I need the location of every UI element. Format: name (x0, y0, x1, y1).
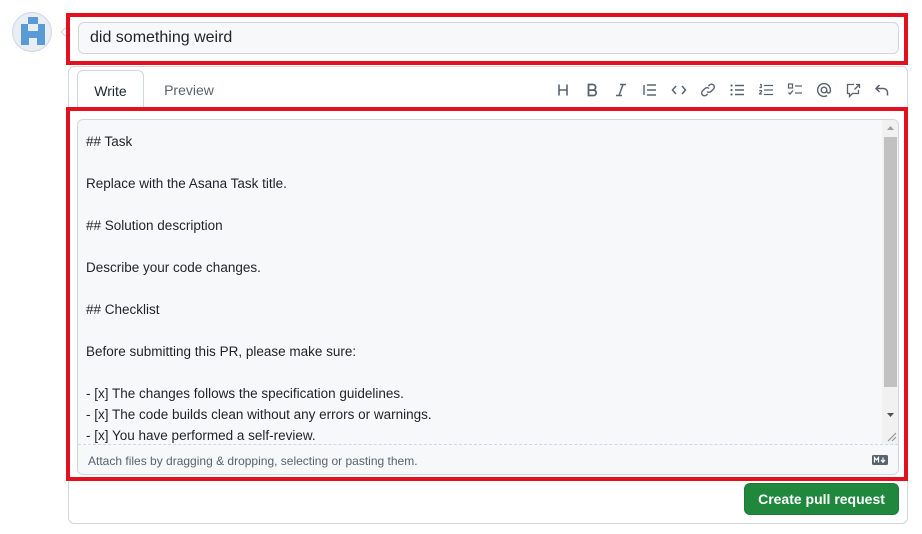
unordered-list-icon[interactable] (722, 79, 751, 101)
italic-icon[interactable] (606, 79, 635, 101)
link-icon[interactable] (693, 79, 722, 101)
bold-icon[interactable] (577, 79, 606, 101)
code-icon[interactable] (664, 79, 693, 101)
mention-icon[interactable] (809, 79, 838, 101)
ordered-list-icon[interactable] (751, 79, 780, 101)
task-list-icon[interactable] (780, 79, 809, 101)
markdown-toolbar (548, 79, 896, 101)
title-highlight (66, 13, 908, 65)
cross-reference-icon[interactable] (838, 79, 867, 101)
user-avatar[interactable] (12, 12, 52, 52)
tab-preview[interactable]: Preview (152, 70, 226, 108)
editor-highlight (66, 107, 908, 481)
identicon-icon (21, 17, 45, 45)
tab-write[interactable]: Write (77, 70, 144, 108)
quote-icon[interactable] (635, 79, 664, 101)
undo-icon[interactable] (867, 79, 896, 101)
create-pull-request-button[interactable]: Create pull request (744, 483, 899, 515)
heading-icon[interactable] (548, 79, 577, 101)
